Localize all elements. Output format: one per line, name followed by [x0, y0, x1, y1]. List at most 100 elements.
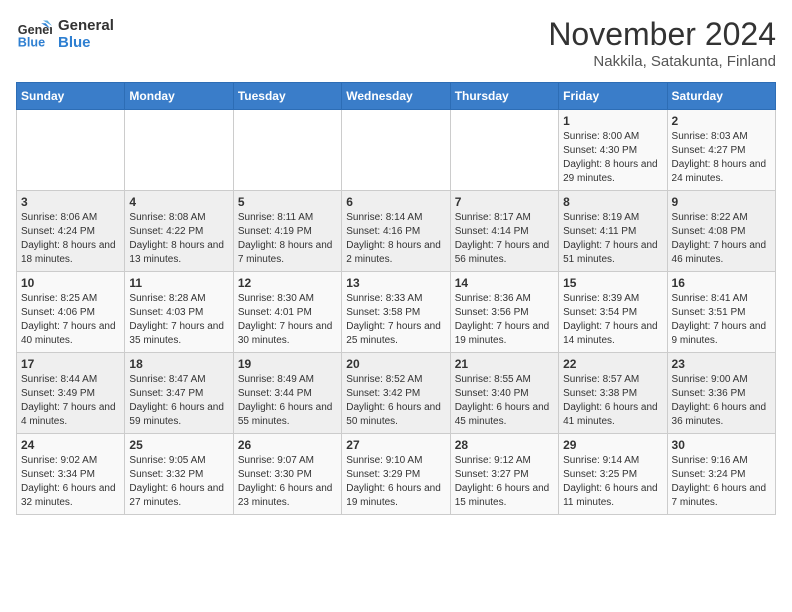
calendar-cell — [17, 110, 125, 191]
day-number: 7 — [455, 195, 554, 209]
calendar-cell: 8Sunrise: 8:19 AM Sunset: 4:11 PM Daylig… — [559, 191, 667, 272]
day-info: Sunrise: 8:30 AM Sunset: 4:01 PM Dayligh… — [238, 292, 337, 348]
day-info: Sunrise: 9:12 AM Sunset: 3:27 PM Dayligh… — [455, 454, 554, 510]
day-info: Sunrise: 8:49 AM Sunset: 3:44 PM Dayligh… — [238, 373, 337, 429]
day-info: Sunrise: 9:05 AM Sunset: 3:32 PM Dayligh… — [129, 454, 228, 510]
col-header-saturday: Saturday — [667, 83, 775, 110]
calendar-week-row: 17Sunrise: 8:44 AM Sunset: 3:49 PM Dayli… — [17, 353, 776, 434]
calendar-cell: 9 Sunrise: 8:22 AM Sunset: 4:08 PM Daylig… — [667, 191, 775, 272]
day-number: 20 — [346, 357, 445, 371]
month-title: November 2024 — [548, 16, 776, 53]
day-info: Sunrise: 9:16 AM Sunset: 3:24 PM Dayligh… — [672, 454, 771, 510]
day-number: 23 — [672, 357, 771, 371]
calendar-cell: 27Sunrise: 9:10 AM Sunset: 3:29 PM Dayli… — [342, 434, 450, 515]
calendar-cell: 12 Sunrise: 8:30 AM Sunset: 4:01 PM Dayli… — [233, 272, 341, 353]
day-info: Sunrise: 8:52 AM Sunset: 3:42 PM Dayligh… — [346, 373, 445, 429]
day-number: 1 — [563, 114, 662, 128]
day-info: Sunrise: 8:14 AM Sunset: 4:16 PM Dayligh… — [346, 211, 445, 267]
day-info: Sunrise: 8:08 AM Sunset: 4:22 PM Dayligh… — [129, 211, 228, 267]
day-number: 5 — [238, 195, 337, 209]
day-info: Sunrise: 8:11 AM Sunset: 4:19 PM Dayligh… — [238, 211, 337, 267]
day-info: Sunrise: 8:28 AM Sunset: 4:03 PM Dayligh… — [129, 292, 228, 348]
day-info: Sunrise: 8:25 AM Sunset: 4:06 PM Dayligh… — [21, 292, 120, 348]
logo: General Blue General Blue — [16, 16, 114, 52]
day-number: 6 — [346, 195, 445, 209]
day-info: Sunrise: 8:33 AM Sunset: 3:58 PM Dayligh… — [346, 292, 445, 348]
calendar-cell: 19 Sunrise: 8:49 AM Sunset: 3:44 PM Dayli… — [233, 353, 341, 434]
col-header-thursday: Thursday — [450, 83, 558, 110]
day-info: Sunrise: 8:22 AM Sunset: 4:08 PM Dayligh… — [672, 211, 771, 267]
calendar-cell: 1 Sunrise: 8:00 AM Sunset: 4:30 PM Daylig… — [559, 110, 667, 191]
day-number: 14 — [455, 276, 554, 290]
day-number: 16 — [672, 276, 771, 290]
calendar-cell: 21 Sunrise: 8:55 AM Sunset: 3:40 PM Dayli… — [450, 353, 558, 434]
day-number: 30 — [672, 438, 771, 452]
calendar-cell: 29 Sunrise: 9:14 AM Sunset: 3:25 PM Dayli… — [559, 434, 667, 515]
day-number: 24 — [21, 438, 120, 452]
day-number: 21 — [455, 357, 554, 371]
calendar-cell: 2 Sunrise: 8:03 AM Sunset: 4:27 PM Daylig… — [667, 110, 775, 191]
calendar-cell: 20 Sunrise: 8:52 AM Sunset: 3:42 PM Dayli… — [342, 353, 450, 434]
day-info: Sunrise: 8:41 AM Sunset: 3:51 PM Dayligh… — [672, 292, 771, 348]
day-number: 29 — [563, 438, 662, 452]
calendar-cell — [342, 110, 450, 191]
calendar-cell: 7 Sunrise: 8:17 AM Sunset: 4:14 PM Daylig… — [450, 191, 558, 272]
day-number: 25 — [129, 438, 228, 452]
calendar-cell: 23 Sunrise: 9:00 AM Sunset: 3:36 PM Dayli… — [667, 353, 775, 434]
calendar-cell: 28 Sunrise: 9:12 AM Sunset: 3:27 PM Dayli… — [450, 434, 558, 515]
day-number: 8 — [563, 195, 662, 209]
header: General Blue General Blue November 2024 … — [16, 16, 776, 70]
calendar-cell: 17Sunrise: 8:44 AM Sunset: 3:49 PM Dayli… — [17, 353, 125, 434]
day-number: 12 — [238, 276, 337, 290]
logo-icon: General Blue — [16, 16, 52, 52]
calendar-week-row: 24 Sunrise: 9:02 AM Sunset: 3:34 PM Dayli… — [17, 434, 776, 515]
calendar-cell: 26Sunrise: 9:07 AM Sunset: 3:30 PM Dayli… — [233, 434, 341, 515]
day-info: Sunrise: 8:17 AM Sunset: 4:14 PM Dayligh… — [455, 211, 554, 267]
calendar-cell: 18 Sunrise: 8:47 AM Sunset: 3:47 PM Dayli… — [125, 353, 233, 434]
day-number: 11 — [129, 276, 228, 290]
day-info: Sunrise: 8:03 AM Sunset: 4:27 PM Dayligh… — [672, 130, 771, 186]
day-info: Sunrise: 9:14 AM Sunset: 3:25 PM Dayligh… — [563, 454, 662, 510]
day-number: 13 — [346, 276, 445, 290]
calendar-cell: 5 Sunrise: 8:11 AM Sunset: 4:19 PM Daylig… — [233, 191, 341, 272]
logo-blue: Blue — [58, 34, 114, 51]
day-number: 2 — [672, 114, 771, 128]
day-number: 10 — [21, 276, 120, 290]
day-number: 28 — [455, 438, 554, 452]
calendar-cell — [233, 110, 341, 191]
location-subtitle: Nakkila, Satakunta, Finland — [548, 53, 776, 70]
day-number: 9 — [672, 195, 771, 209]
calendar-cell: 25 Sunrise: 9:05 AM Sunset: 3:32 PM Dayli… — [125, 434, 233, 515]
calendar-cell — [125, 110, 233, 191]
day-info: Sunrise: 9:02 AM Sunset: 3:34 PM Dayligh… — [21, 454, 120, 510]
day-info: Sunrise: 8:00 AM Sunset: 4:30 PM Dayligh… — [563, 130, 662, 186]
calendar-cell: 16 Sunrise: 8:41 AM Sunset: 3:51 PM Dayli… — [667, 272, 775, 353]
calendar-cell: 30 Sunrise: 9:16 AM Sunset: 3:24 PM Dayli… — [667, 434, 775, 515]
col-header-friday: Friday — [559, 83, 667, 110]
day-number: 15 — [563, 276, 662, 290]
calendar-cell: 11 Sunrise: 8:28 AM Sunset: 4:03 PM Dayli… — [125, 272, 233, 353]
day-info: Sunrise: 9:00 AM Sunset: 3:36 PM Dayligh… — [672, 373, 771, 429]
day-info: Sunrise: 9:07 AM Sunset: 3:30 PM Dayligh… — [238, 454, 337, 510]
calendar-cell: 10 Sunrise: 8:25 AM Sunset: 4:06 PM Dayli… — [17, 272, 125, 353]
day-number: 19 — [238, 357, 337, 371]
col-header-tuesday: Tuesday — [233, 83, 341, 110]
col-header-monday: Monday — [125, 83, 233, 110]
day-number: 4 — [129, 195, 228, 209]
calendar-cell — [450, 110, 558, 191]
day-number: 27 — [346, 438, 445, 452]
day-number: 17 — [21, 357, 120, 371]
calendar-cell: 24 Sunrise: 9:02 AM Sunset: 3:34 PM Dayli… — [17, 434, 125, 515]
calendar-cell: 3Sunrise: 8:06 AM Sunset: 4:24 PM Daylig… — [17, 191, 125, 272]
day-info: Sunrise: 8:47 AM Sunset: 3:47 PM Dayligh… — [129, 373, 228, 429]
day-info: Sunrise: 8:06 AM Sunset: 4:24 PM Dayligh… — [21, 211, 120, 267]
svg-text:Blue: Blue — [18, 36, 45, 50]
day-info: Sunrise: 8:55 AM Sunset: 3:40 PM Dayligh… — [455, 373, 554, 429]
day-info: Sunrise: 8:36 AM Sunset: 3:56 PM Dayligh… — [455, 292, 554, 348]
calendar-table: SundayMondayTuesdayWednesdayThursdayFrid… — [16, 82, 776, 515]
day-number: 18 — [129, 357, 228, 371]
calendar-cell: 15Sunrise: 8:39 AM Sunset: 3:54 PM Dayli… — [559, 272, 667, 353]
calendar-cell: 14 Sunrise: 8:36 AM Sunset: 3:56 PM Dayli… — [450, 272, 558, 353]
col-header-wednesday: Wednesday — [342, 83, 450, 110]
calendar-cell: 4 Sunrise: 8:08 AM Sunset: 4:22 PM Daylig… — [125, 191, 233, 272]
